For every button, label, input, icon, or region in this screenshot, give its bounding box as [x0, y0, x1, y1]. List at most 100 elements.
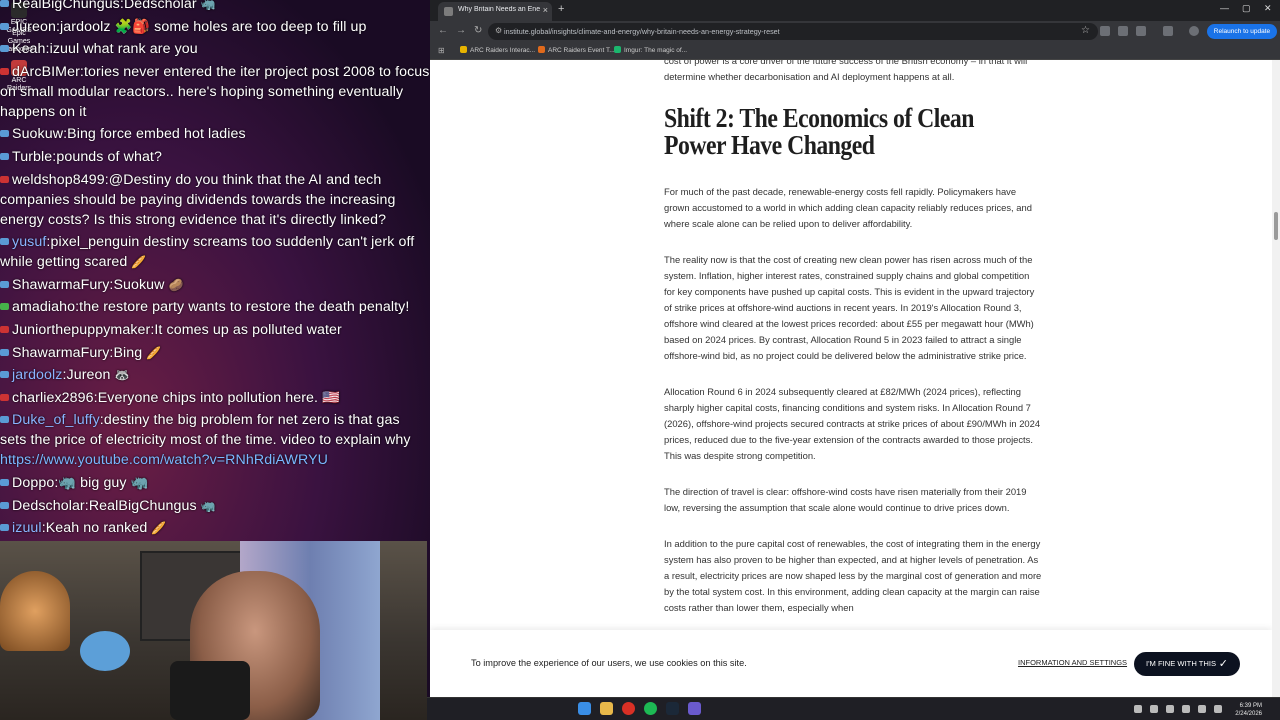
steam-icon[interactable] — [666, 702, 679, 715]
chat-username[interactable]: izuul — [12, 520, 42, 536]
scroll-thumb[interactable] — [1274, 212, 1278, 240]
maximize-icon[interactable]: ▢ — [1242, 3, 1251, 14]
chat-message: Turble:pounds of what? — [0, 147, 430, 167]
chat-username[interactable]: Duke_of_luffy — [12, 412, 100, 428]
chat-username[interactable]: charliex2896 — [12, 390, 94, 406]
reload-icon[interactable]: ↻ — [474, 25, 482, 36]
article-paragraph: The reality now is that the cost of crea… — [664, 254, 1035, 361]
spotify-icon[interactable] — [644, 702, 657, 715]
checkmark-icon: ✓ — [1218, 658, 1228, 670]
microphone — [170, 661, 250, 720]
bookmark-arc-event[interactable]: ARC Raiders Event T... — [538, 46, 615, 54]
tray-icon[interactable] — [1134, 705, 1142, 713]
chat-username[interactable]: ShawarmaFury — [12, 277, 109, 293]
tray-icon[interactable] — [1150, 705, 1158, 713]
sidebar-icon[interactable] — [1163, 26, 1173, 36]
app-icon[interactable] — [688, 702, 701, 715]
tray-icon[interactable] — [1166, 705, 1174, 713]
chat-username[interactable]: ShawarmaFury — [12, 345, 109, 361]
tab-active[interactable]: Why Britain Needs an Energy S... × — [438, 2, 552, 21]
chat-text: the restore party wants to restore the d… — [79, 299, 410, 316]
chat-text: Everyone chips into pollution here. 🇺🇸 — [97, 389, 340, 406]
clock[interactable]: 6:39 PM 2/24/2026 — [1235, 702, 1262, 718]
chat-username[interactable]: Turble — [12, 149, 52, 165]
tray-icon[interactable] — [1182, 705, 1190, 713]
chat-username[interactable]: Jureon — [12, 19, 56, 35]
tray-icon[interactable] — [1198, 705, 1206, 713]
chat-badge-icon — [0, 152, 9, 160]
chat-message: weldshop8499:@Destiny do you think that … — [0, 170, 430, 230]
chat-username[interactable]: RealBigChungus — [12, 0, 120, 12]
new-tab-icon[interactable]: + — [558, 3, 564, 15]
site-info-icon[interactable]: ⚙ — [495, 26, 502, 35]
chat-link[interactable]: https://www.youtube.com/watch?v=RNhRdiAW… — [0, 452, 328, 468]
chat-text: Bing — [113, 344, 143, 361]
bookmark-star-icon[interactable]: ☆ — [1081, 25, 1090, 36]
chat-badge-icon — [0, 0, 9, 7]
chat-username[interactable]: Suokuw — [12, 126, 63, 142]
chat-username[interactable]: Keah — [12, 41, 46, 57]
profile-avatar-icon[interactable] — [1189, 26, 1199, 36]
chat-username[interactable]: amadiaho — [12, 299, 75, 315]
chat-message: charliex2896:Everyone chips into polluti… — [0, 388, 430, 408]
cookie-accept-button[interactable]: I'M FINE WITH THIS ✓ — [1134, 652, 1240, 676]
chrome-icon[interactable] — [622, 702, 635, 715]
start-icon[interactable] — [578, 702, 591, 715]
chat-message: ShawarmaFury:Bing 🥖 — [0, 343, 430, 363]
chat-emote-icon: 🦏 — [200, 498, 216, 513]
bookmark-favicon-icon — [460, 46, 467, 53]
chat-text: izuul what rank are you — [49, 41, 198, 58]
chat-text: Keah no ranked — [45, 520, 148, 537]
chat-username[interactable]: Juniorthepuppymaker — [12, 322, 150, 338]
cookie-settings-link[interactable]: INFORMATION AND SETTINGS — [1018, 658, 1127, 667]
chat-text: 🦏 big guy 🦏 — [58, 474, 149, 491]
chat-username[interactable]: dArcBIMer — [12, 64, 80, 80]
chat-emote-icon: 🦝 — [114, 368, 130, 383]
chat-message: ShawarmaFury:Suokuw 🥔 — [0, 275, 430, 295]
file-explorer-icon[interactable] — [600, 702, 613, 715]
cookie-banner: To improve the experience of our users, … — [430, 630, 1272, 697]
back-icon[interactable]: ← — [438, 25, 448, 36]
minimize-icon[interactable]: — — [1220, 3, 1229, 13]
chat-message: dArcBIMer:tories never entered the iter … — [0, 62, 430, 122]
forward-icon[interactable]: → — [456, 25, 466, 36]
site-favicon-icon — [444, 7, 453, 16]
page-scrollbar[interactable] — [1272, 60, 1280, 697]
bookmark-favicon-icon — [538, 46, 545, 53]
clock-date: 2/24/2026 — [1235, 711, 1262, 717]
article-paragraph: Allocation Round 6 in 2024 subsequently … — [664, 386, 1041, 461]
address-bar[interactable]: ⚙ institute.global/insights/climate-and-… — [488, 23, 1098, 40]
extension-icon[interactable] — [1118, 26, 1128, 36]
extensions-puzzle-icon[interactable] — [1136, 26, 1146, 36]
chat-badge-icon — [0, 67, 9, 75]
bookmark-imgur[interactable]: Imgur: The magic of... — [614, 46, 687, 54]
chat-badge-icon — [0, 280, 9, 288]
chat-badge-icon — [0, 348, 9, 356]
bookmark-arc-interactive[interactable]: ARC Raiders Interac... — [460, 46, 535, 54]
bookmark-favicon-icon — [614, 46, 621, 53]
chat-username[interactable]: Doppo — [12, 475, 54, 491]
chat-username[interactable]: weldshop8499 — [12, 172, 105, 188]
cookie-message: To improve the experience of our users, … — [471, 658, 747, 668]
chat-username[interactable]: jardoolz — [12, 367, 62, 383]
close-icon[interactable]: × — [543, 5, 548, 15]
chat-emote-icon: 🥖 — [146, 345, 162, 360]
chat-badge-icon — [0, 303, 9, 311]
chat-username[interactable]: Dedscholar — [12, 498, 85, 514]
apps-grid-icon[interactable]: ⊞ — [438, 46, 445, 55]
chat-message: yusuf:pixel_penguin destiny screams too … — [0, 232, 430, 272]
extension-icon[interactable] — [1100, 26, 1110, 36]
bookmarks-bar: ⊞ ARC Raiders Interac... ARC Raiders Eve… — [430, 42, 1280, 60]
webcam-feed — [0, 541, 427, 720]
tab-title: Why Britain Needs an Energy S... — [458, 6, 540, 13]
window-close-icon[interactable]: ✕ — [1264, 3, 1272, 14]
chat-message: Juniorthepuppymaker:It comes up as pollu… — [0, 320, 430, 340]
chat-username[interactable]: yusuf — [12, 234, 46, 250]
article-paragraph: cost of power is a core driver of the fu… — [664, 60, 1028, 82]
relaunch-button[interactable]: Relaunch to update — [1207, 24, 1277, 39]
chat-badge-icon — [0, 238, 9, 246]
tray-icon[interactable] — [1214, 705, 1222, 713]
chat-text: It comes up as polluted water — [154, 321, 342, 338]
article-paragraph: For much of the past decade, renewable-e… — [664, 186, 1032, 229]
chat-text: Bing force embed hot ladies — [67, 126, 246, 143]
